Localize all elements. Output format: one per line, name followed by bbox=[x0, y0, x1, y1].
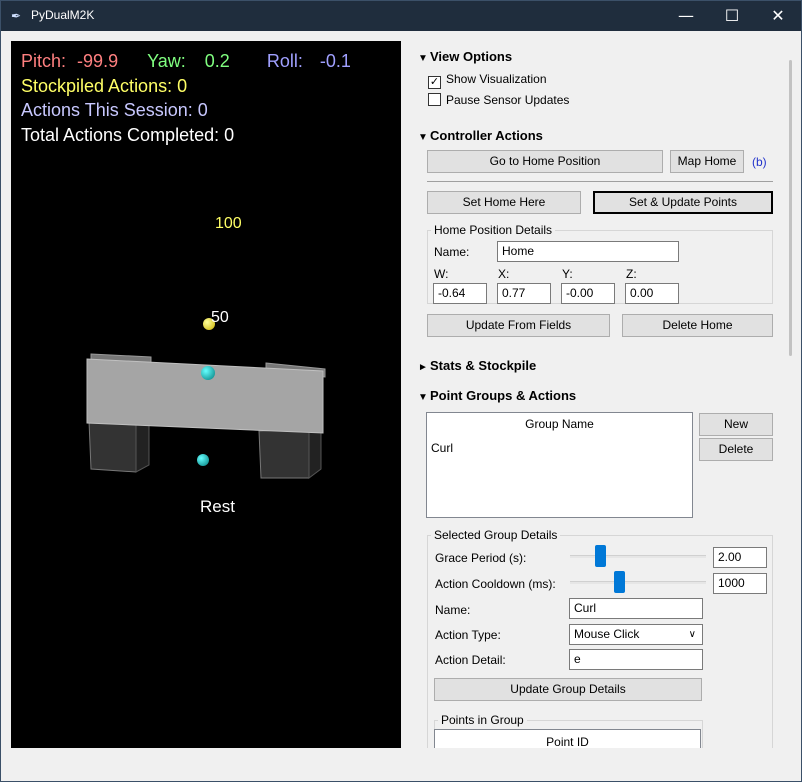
label-100: 100 bbox=[215, 215, 242, 232]
right-grip bbox=[258, 428, 310, 479]
separator bbox=[427, 181, 773, 182]
collapse-icon: ▼ bbox=[418, 53, 428, 64]
close-button[interactable]: ✕ bbox=[755, 1, 801, 31]
grace-period-field[interactable]: 2.00 bbox=[713, 547, 767, 568]
cooldown-field[interactable]: 1000 bbox=[713, 573, 767, 594]
points-list[interactable]: Point ID bbox=[434, 729, 701, 748]
left-grip bbox=[88, 420, 137, 473]
grace-period-slider-thumb[interactable] bbox=[595, 545, 606, 567]
window-title: PyDualM2K bbox=[31, 8, 95, 22]
list-item[interactable]: Curl bbox=[431, 441, 453, 455]
control-panel: ▼ View Options ✓ Show Visualization Pause … bbox=[412, 41, 792, 748]
map-home-button[interactable]: Map Home bbox=[670, 150, 744, 173]
selected-group-title: Selected Group Details bbox=[431, 528, 561, 542]
point-sphere-rest bbox=[197, 454, 209, 466]
map-home-key-hint: (b) bbox=[752, 155, 767, 169]
z-field[interactable]: 0.00 bbox=[625, 283, 679, 304]
view-options-header[interactable]: ▼ View Options bbox=[418, 49, 512, 64]
title-bar[interactable]: ✒ PyDualM2K — ☐ ✕ bbox=[1, 1, 801, 31]
y-field[interactable]: -0.00 bbox=[561, 283, 615, 304]
points-in-group-title: Points in Group bbox=[438, 713, 527, 727]
group-name-label: Name: bbox=[435, 603, 471, 617]
update-from-fields-button[interactable]: Update From Fields bbox=[427, 314, 610, 337]
action-detail-field[interactable]: e bbox=[569, 649, 703, 670]
cooldown-slider[interactable] bbox=[570, 581, 706, 584]
update-group-details-button[interactable]: Update Group Details bbox=[434, 678, 702, 701]
action-type-label: Action Type: bbox=[435, 628, 501, 642]
expand-icon: ► bbox=[418, 362, 428, 373]
group-name-column-header[interactable]: Group Name bbox=[427, 417, 692, 431]
minimize-button[interactable]: — bbox=[663, 1, 709, 31]
w-label: W: bbox=[434, 267, 449, 281]
x-field[interactable]: 0.77 bbox=[497, 283, 551, 304]
cooldown-label: Action Cooldown (ms): bbox=[435, 577, 556, 591]
show-visualization-checkbox[interactable]: ✓ Show Visualization bbox=[428, 72, 547, 89]
group-list[interactable]: Group Name Curl bbox=[426, 412, 693, 518]
label-50: 50 bbox=[211, 309, 229, 326]
visualization-canvas[interactable]: Pitch: -99.9 Yaw: 0.2 Roll: -0.1 Stockpi… bbox=[11, 41, 401, 748]
home-name-label: Name: bbox=[434, 245, 470, 259]
point-sphere-top bbox=[201, 366, 215, 380]
point-groups-title: Point Groups & Actions bbox=[430, 388, 577, 403]
stats-header[interactable]: ► Stats & Stockpile bbox=[418, 358, 536, 373]
set-home-button[interactable]: Set Home Here bbox=[427, 191, 581, 214]
set-update-points-button[interactable]: Set & Update Points bbox=[593, 191, 773, 214]
group-name-field[interactable]: Curl bbox=[569, 598, 703, 619]
pause-sensor-checkbox[interactable]: Pause Sensor Updates bbox=[428, 93, 569, 107]
controller-actions-title: Controller Actions bbox=[430, 128, 543, 143]
pause-sensor-label: Pause Sensor Updates bbox=[446, 93, 570, 107]
stats-title: Stats & Stockpile bbox=[430, 358, 537, 373]
delete-home-button[interactable]: Delete Home bbox=[622, 314, 773, 337]
chevron-down-icon: ∨ bbox=[688, 629, 696, 640]
panel-scrollbar[interactable] bbox=[789, 60, 792, 356]
new-group-button[interactable]: New bbox=[699, 413, 773, 436]
show-visualization-label: Show Visualization bbox=[446, 72, 547, 86]
z-label: Z: bbox=[626, 267, 637, 281]
go-home-button[interactable]: Go to Home Position bbox=[427, 150, 663, 173]
grace-period-slider[interactable] bbox=[570, 555, 706, 558]
collapse-icon: ▼ bbox=[418, 392, 428, 403]
checkbox-box bbox=[428, 93, 441, 106]
view-options-title: View Options bbox=[430, 49, 513, 64]
maximize-button[interactable]: ☐ bbox=[709, 1, 755, 31]
feather-icon: ✒ bbox=[11, 9, 22, 23]
label-rest: Rest bbox=[200, 497, 235, 516]
x-label: X: bbox=[498, 267, 510, 281]
action-detail-label: Action Detail: bbox=[435, 653, 506, 667]
delete-group-button[interactable]: Delete bbox=[699, 438, 773, 461]
controller-model bbox=[86, 353, 326, 479]
point-id-column-header[interactable]: Point ID bbox=[435, 735, 700, 748]
y-label: Y: bbox=[562, 267, 573, 281]
home-details-title: Home Position Details bbox=[431, 223, 556, 237]
home-name-field[interactable]: Home bbox=[497, 241, 679, 262]
point-groups-header[interactable]: ▼ Point Groups & Actions bbox=[418, 388, 576, 403]
action-type-value: Mouse Click bbox=[574, 627, 640, 641]
collapse-icon: ▼ bbox=[418, 132, 428, 143]
grace-period-label: Grace Period (s): bbox=[435, 551, 527, 565]
cooldown-slider-thumb[interactable] bbox=[613, 571, 625, 593]
controller-actions-header[interactable]: ▼ Controller Actions bbox=[418, 128, 543, 143]
action-type-dropdown[interactable]: Mouse Click ∨ bbox=[569, 624, 703, 645]
check-icon: ✓ bbox=[428, 76, 441, 89]
w-field[interactable]: -0.64 bbox=[433, 283, 487, 304]
